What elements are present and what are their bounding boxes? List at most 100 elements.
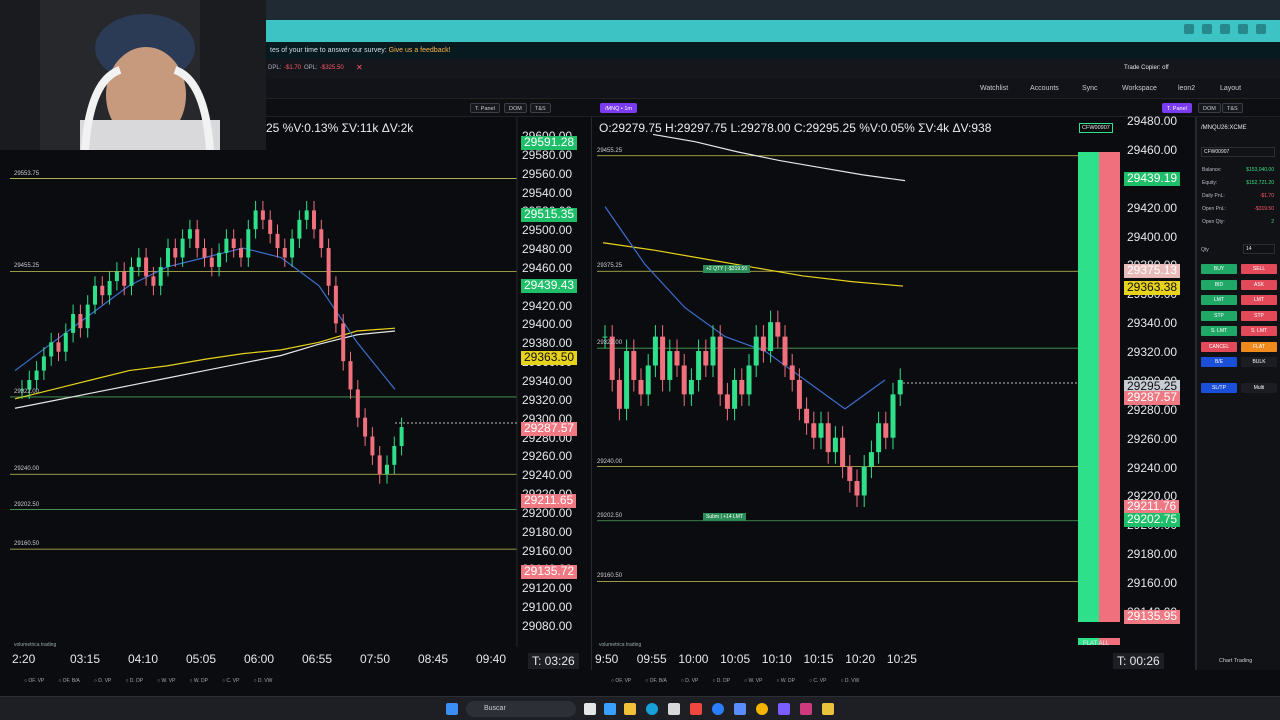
qty-input[interactable]: 14 — [1243, 244, 1275, 254]
right-footer-item[interactable]: ○ W. DP — [776, 678, 795, 684]
right-candle-body — [753, 336, 759, 366]
left-candle-body — [312, 210, 316, 230]
symbol-tab[interactable]: /MNQ • 1m — [600, 103, 637, 113]
left-footer-item[interactable]: ○ OF. VP — [24, 678, 44, 684]
left-ohlc-readout: 25 %V:0.13% ΣV:11k ΔV:2k — [266, 121, 414, 135]
position-tag[interactable]: +2 QTY | -$319.50 — [703, 265, 751, 273]
left-y-tick: 29380.00 — [522, 336, 573, 351]
left-footer-item[interactable]: ○ W. DP — [189, 678, 208, 684]
discord-icon[interactable] — [778, 703, 790, 715]
app-yellow-icon[interactable] — [822, 703, 834, 715]
window-controls[interactable] — [1184, 24, 1266, 34]
right-tns-button[interactable]: T&S — [1222, 103, 1243, 113]
right-y-tick: 29260.00 — [1127, 431, 1178, 446]
order-button-slmt[interactable]: S. LMT — [1241, 326, 1277, 336]
order-button-bulk[interactable]: BULK — [1241, 357, 1277, 367]
left-footer-item[interactable]: ○ OF. B/A — [58, 678, 80, 684]
left-y-tick: 29080.00 — [522, 619, 573, 633]
webcam-person-illustration — [0, 0, 266, 150]
right-footer-item[interactable]: ○ D. VW — [840, 678, 859, 684]
watchlist-button[interactable]: Watchlist — [980, 85, 1008, 92]
right-dom-button[interactable]: DOM — [1198, 103, 1221, 113]
sltp-button[interactable]: SL/TP — [1201, 383, 1237, 393]
chrome-icon[interactable] — [756, 703, 768, 715]
left-candle-body — [158, 266, 163, 286]
close-icon[interactable]: ✕ — [356, 63, 363, 72]
right-candle-body — [883, 423, 889, 438]
account-select[interactable]: CFW00907 — [1201, 147, 1275, 157]
left-dom-button[interactable]: DOM — [504, 103, 527, 113]
store-icon[interactable] — [668, 703, 680, 715]
right-y-tick: 29460.00 — [1127, 142, 1178, 157]
multi-button[interactable]: Multi — [1241, 383, 1277, 393]
left-y-tick: 29540.00 — [522, 185, 573, 200]
left-chart-panel[interactable]: 25 %V:0.13% ΣV:11k ΔV:2k 29600.0029580.0… — [0, 117, 592, 684]
qty-label: Qty — [1201, 247, 1209, 253]
order-panel-symbol[interactable]: /MNQU26:XCME — [1201, 125, 1247, 131]
right-footer-item[interactable]: ○ W. VP — [744, 678, 762, 684]
sync-button[interactable]: Sync — [1082, 85, 1098, 92]
order-button-lmt[interactable]: LMT — [1241, 295, 1277, 305]
order-button-flat[interactable]: FLAT — [1241, 341, 1277, 352]
edge-icon[interactable] — [646, 703, 658, 715]
profile-button[interactable]: leon2 — [1178, 85, 1195, 92]
widgets-icon[interactable] — [604, 703, 616, 715]
left-tns-button[interactable]: T&S — [530, 103, 551, 113]
app-pink-icon[interactable] — [800, 703, 812, 715]
order-button-be[interactable]: B/E — [1201, 357, 1237, 367]
left-footer-item[interactable]: ○ D. VP — [94, 678, 111, 684]
right-footer-item[interactable]: ○ OF. B/A — [645, 678, 667, 684]
right-price-box: 29135.95 — [1124, 609, 1181, 624]
task-view-icon[interactable] — [584, 703, 596, 715]
file-explorer-icon[interactable] — [624, 703, 636, 715]
survey-banner: tes of your time to answer our survey: G… — [266, 42, 1280, 59]
right-footer-item[interactable]: ○ D. DP — [712, 678, 730, 684]
order-button-buy[interactable]: BUY — [1201, 264, 1237, 274]
order-button-stp[interactable]: STP — [1201, 310, 1237, 321]
order-button-lmt[interactable]: LMT — [1201, 295, 1237, 305]
layout-button[interactable]: Layout — [1220, 85, 1241, 92]
order-button-ask[interactable]: ASK — [1241, 279, 1277, 290]
right-chart-panel[interactable]: O:29279.75 H:29297.75 L:29278.00 C:29295… — [593, 114, 1196, 684]
chart-trading-label[interactable]: Chart Trading — [1219, 658, 1252, 664]
app-red-icon[interactable] — [690, 703, 702, 715]
left-watermark: volumetrica trading — [14, 642, 57, 648]
right-level-label: 29202.50 — [597, 512, 623, 519]
order-tag[interactable]: Subm | +14 LMT — [703, 513, 747, 521]
order-button-cancel[interactable]: CANCEL — [1201, 341, 1237, 352]
windows-start-icon[interactable] — [446, 703, 458, 715]
order-button-sell[interactable]: SELL — [1241, 264, 1277, 274]
help-icon[interactable] — [712, 703, 724, 715]
left-footer-item[interactable]: ○ C. VP — [222, 678, 239, 684]
left-chart-svg[interactable] — [0, 117, 592, 670]
trade-copier-status[interactable]: Trade Copier: off — [1124, 65, 1169, 71]
right-price-box: 29375.13 — [1124, 264, 1181, 279]
right-price-box: 29287.57 — [1124, 390, 1181, 405]
feedback-link[interactable]: Give us a feedback! — [389, 47, 451, 54]
right-footer-item[interactable]: ○ C. VP — [809, 678, 826, 684]
accounts-button[interactable]: Accounts — [1030, 85, 1059, 92]
right-candle-body — [724, 394, 730, 409]
left-candle-body — [253, 210, 258, 230]
left-candle-body — [231, 238, 236, 249]
order-button-bid[interactable]: BID — [1201, 279, 1237, 290]
left-tpanel-button[interactable]: T. Panel — [470, 103, 500, 113]
order-button-stp[interactable]: STP — [1241, 310, 1277, 321]
right-y-tick: 29340.00 — [1127, 316, 1178, 331]
right-footer-item[interactable]: ○ D. VP — [681, 678, 698, 684]
order-button-slmt[interactable]: S. LMT — [1201, 326, 1237, 336]
left-candle-body — [34, 370, 39, 380]
left-footer-item[interactable]: ○ D. DP — [125, 678, 143, 684]
right-tpanel-button[interactable]: T. Panel — [1162, 103, 1192, 113]
left-candle-body — [151, 276, 156, 286]
browser-tab-bar — [266, 20, 1280, 42]
flat-all-button[interactable]: FLAT ALL — [1083, 641, 1109, 647]
left-footer-item[interactable]: ○ D. VW — [253, 678, 272, 684]
left-footer-item[interactable]: ○ W. VP — [157, 678, 175, 684]
mail-icon[interactable] — [734, 703, 746, 715]
taskbar-search[interactable]: Buscar — [466, 701, 576, 717]
right-chart-svg[interactable] — [593, 117, 1196, 670]
workspace-button[interactable]: Workspace — [1122, 85, 1157, 92]
right-level-label: 29375.25 — [597, 263, 623, 270]
right-footer-item[interactable]: ○ OF. VP — [611, 678, 631, 684]
